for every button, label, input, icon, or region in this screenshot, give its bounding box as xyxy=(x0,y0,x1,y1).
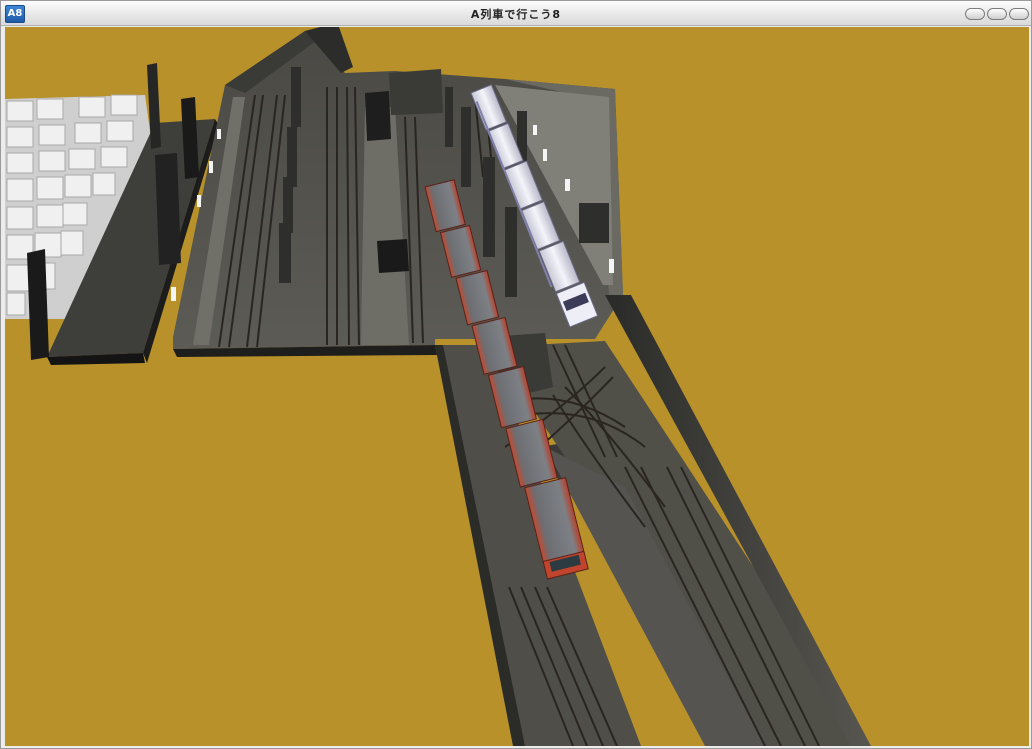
title-bar[interactable]: A8 A列車で行こう8 xyxy=(1,1,1031,26)
minimize-button[interactable] xyxy=(965,8,985,20)
game-viewport[interactable] xyxy=(5,27,1029,746)
window-title: A列車で行こう8 xyxy=(470,8,562,21)
maximize-button[interactable] xyxy=(987,8,1007,20)
close-button[interactable] xyxy=(1009,8,1029,20)
game-window: A8 A列車で行こう8 xyxy=(0,0,1032,749)
scene-canvas[interactable] xyxy=(5,27,1029,746)
